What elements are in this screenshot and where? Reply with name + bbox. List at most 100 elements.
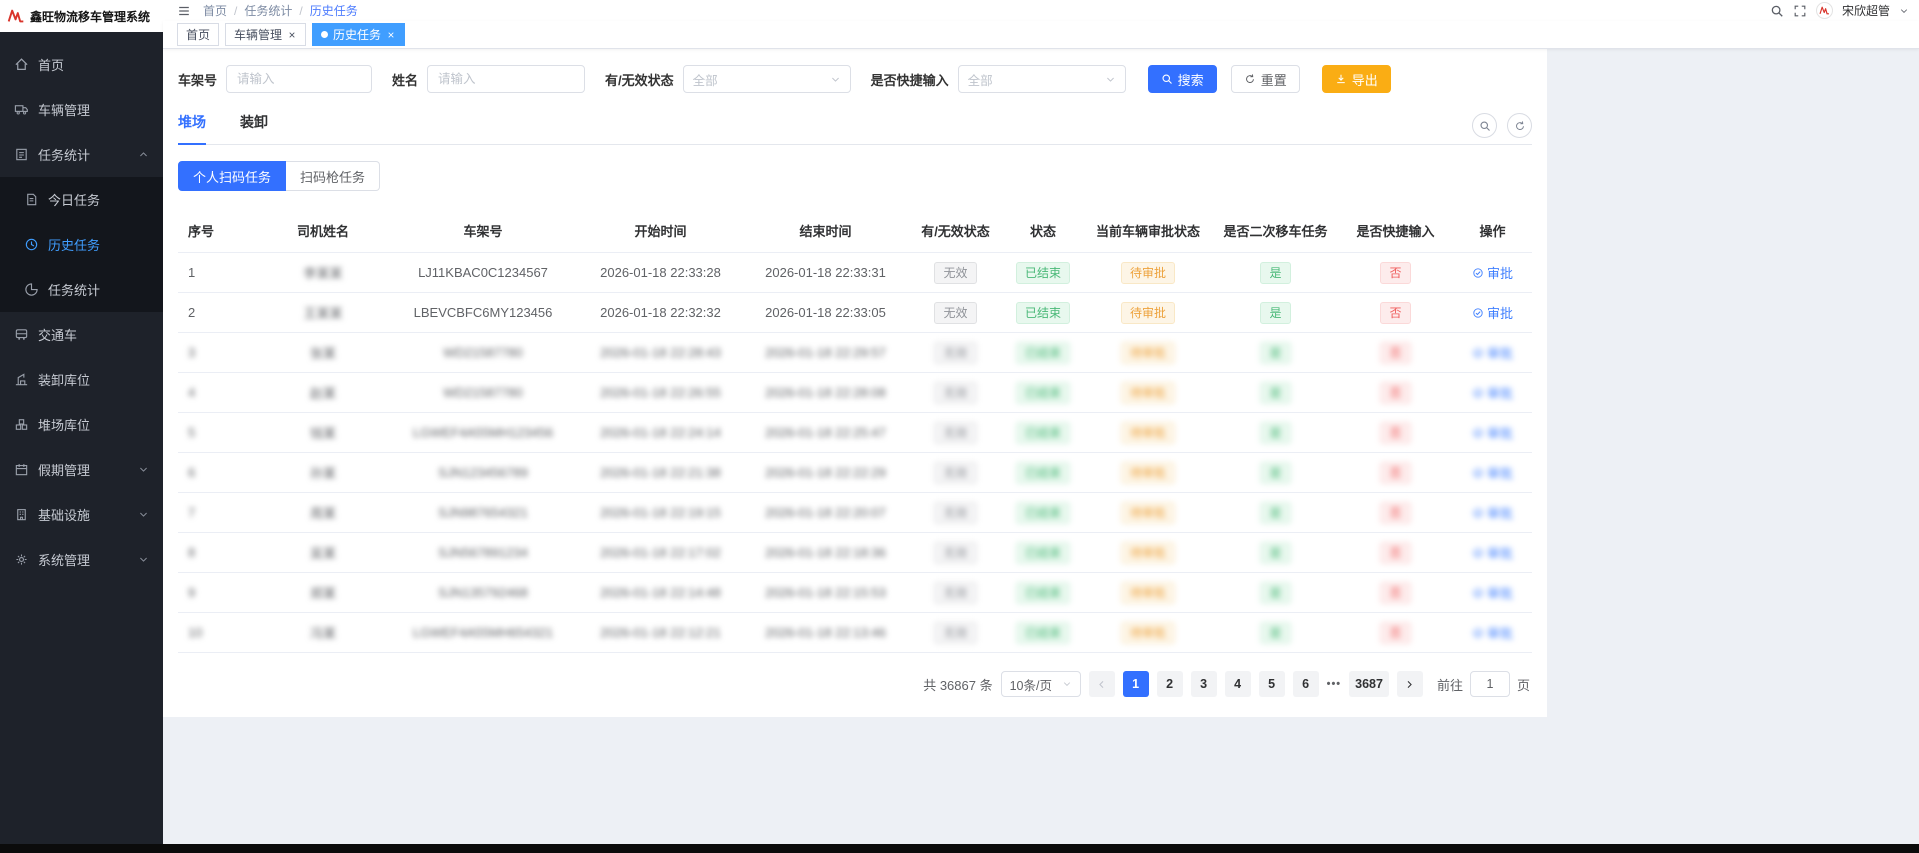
cell-seq: 2 bbox=[188, 305, 196, 320]
cell-seq: 6 bbox=[188, 465, 196, 480]
sidebar-item-vehicle-management[interactable]: 车辆管理 bbox=[0, 87, 163, 132]
bottom-taskbar-strip bbox=[0, 844, 1919, 853]
approve-icon bbox=[1472, 587, 1484, 599]
sidebar-item-task-stats[interactable]: 任务统计 bbox=[0, 267, 163, 312]
table-refresh-button[interactable] bbox=[1507, 113, 1532, 138]
cell-seq: 8 bbox=[188, 545, 196, 560]
column-header: 操作 bbox=[1453, 209, 1532, 253]
approve-link[interactable]: 审批 bbox=[1472, 383, 1513, 402]
table-row: 8 吴某 SJN567891234 2026-01-18 22:17:02 2026-0… bbox=[178, 532, 1532, 573]
valid-status-select[interactable]: 全部 bbox=[682, 65, 851, 93]
second-move-badge: 是 bbox=[1260, 261, 1291, 284]
breadcrumb-separator: / bbox=[234, 3, 238, 18]
approve-link[interactable]: 审批 bbox=[1472, 543, 1513, 562]
sidebar-item-loading-bays[interactable]: 装卸库位 bbox=[0, 357, 163, 402]
close-icon[interactable] bbox=[287, 30, 297, 40]
sidebar-item-home[interactable]: 首页 bbox=[0, 42, 163, 87]
goto-page-input[interactable] bbox=[1469, 671, 1510, 697]
approve-link[interactable]: 审批 bbox=[1472, 423, 1513, 442]
export-button[interactable]: 导出 bbox=[1321, 65, 1391, 93]
history-icon bbox=[24, 237, 39, 252]
app-logo[interactable]: 鑫旺物流移车管理系统 bbox=[0, 0, 163, 32]
approve-link[interactable]: 审批 bbox=[1472, 583, 1513, 602]
vin-input[interactable] bbox=[226, 65, 373, 93]
close-icon[interactable] bbox=[386, 30, 396, 40]
sidebar-item-yard-bays[interactable]: 堆场库位 bbox=[0, 402, 163, 447]
tag-home[interactable]: 首页 bbox=[177, 23, 220, 46]
tag-label: 历史任务 bbox=[333, 28, 382, 42]
breadcrumb-separator: / bbox=[299, 3, 303, 18]
next-page-button[interactable] bbox=[1396, 671, 1423, 697]
name-input[interactable] bbox=[427, 65, 586, 93]
cell-seq: 10 bbox=[188, 625, 203, 640]
valid-status-badge: 无效 bbox=[934, 381, 977, 404]
tag-vehicle-management[interactable]: 车辆管理 bbox=[225, 23, 307, 46]
calendar-icon bbox=[14, 462, 29, 477]
page-button-1[interactable]: 1 bbox=[1122, 671, 1149, 697]
approve-link[interactable]: 审批 bbox=[1472, 263, 1513, 282]
approve-link[interactable]: 审批 bbox=[1472, 503, 1513, 522]
prev-page-button[interactable] bbox=[1088, 671, 1115, 697]
breadcrumb-item[interactable]: 任务统计 bbox=[244, 2, 292, 19]
approve-link[interactable]: 审批 bbox=[1472, 303, 1513, 322]
sidebar-item-task-statistics[interactable]: 任务统计 bbox=[0, 132, 163, 177]
navbar-actions: 宋欣超管 bbox=[1770, 2, 1909, 19]
header-search-icon[interactable] bbox=[1770, 4, 1784, 18]
sidebar-item-infrastructure[interactable]: 基础设施 bbox=[0, 492, 163, 537]
second-move-badge: 是 bbox=[1260, 501, 1291, 524]
table-search-button[interactable] bbox=[1472, 113, 1497, 138]
reset-button[interactable]: 重置 bbox=[1230, 65, 1300, 93]
sidebar-item-shuttle-bus[interactable]: 交通车 bbox=[0, 312, 163, 357]
vin-label: 车架号 bbox=[178, 72, 218, 88]
page-button-5[interactable]: 5 bbox=[1258, 671, 1285, 697]
quick-input-badge: 否 bbox=[1380, 501, 1411, 524]
page-button-3[interactable]: 3 bbox=[1190, 671, 1217, 697]
cell-end-time: 2026-01-18 22:22:29 bbox=[765, 465, 886, 480]
tab-yard[interactable]: 堆场 bbox=[178, 112, 206, 145]
cell-end-time: 2026-01-18 22:33:31 bbox=[765, 265, 886, 280]
page-more-button[interactable]: ••• bbox=[1327, 678, 1342, 690]
cell-end-time: 2026-01-18 22:13:46 bbox=[765, 625, 886, 640]
quick-input-badge: 否 bbox=[1380, 621, 1411, 644]
cell-vin: LGWEF4A55MH654321 bbox=[412, 625, 554, 640]
quick-input-badge: 否 bbox=[1380, 461, 1411, 484]
approve-link[interactable]: 审批 bbox=[1472, 343, 1513, 362]
page-size-select[interactable]: 10条/页 bbox=[1000, 671, 1081, 697]
valid-status-badge: 无效 bbox=[934, 541, 977, 564]
page-button-4[interactable]: 4 bbox=[1224, 671, 1251, 697]
cell-end-time: 2026-01-18 22:20:07 bbox=[765, 505, 886, 520]
page-button-6[interactable]: 6 bbox=[1292, 671, 1319, 697]
hamburger-icon[interactable] bbox=[177, 4, 191, 18]
search-button[interactable]: 搜索 bbox=[1147, 65, 1217, 93]
cell-start-time: 2026-01-18 22:33:28 bbox=[600, 265, 721, 280]
segment-scan-gun-tasks[interactable]: 扫码枪任务 bbox=[286, 161, 381, 191]
cell-seq: 1 bbox=[188, 265, 196, 280]
approve-link[interactable]: 审批 bbox=[1472, 623, 1513, 642]
tag-history-tasks[interactable]: 历史任务 bbox=[312, 23, 406, 46]
tab-loading[interactable]: 装卸 bbox=[240, 112, 268, 144]
table-row: 3 张某 WD21587780 2026-01-18 22:28:43 2026-01-… bbox=[178, 332, 1532, 373]
quick-input-select[interactable]: 全部 bbox=[957, 65, 1126, 93]
user-menu-caret-icon[interactable] bbox=[1899, 6, 1909, 16]
fullscreen-icon[interactable] bbox=[1793, 4, 1807, 18]
page-button-2[interactable]: 2 bbox=[1156, 671, 1183, 697]
status-badge: 已结束 bbox=[1015, 341, 1070, 364]
cell-driver-name: 周某 bbox=[309, 506, 336, 521]
search-icon bbox=[1161, 73, 1173, 85]
column-header: 是否快捷输入 bbox=[1338, 209, 1453, 253]
page-button-3687[interactable]: 3687 bbox=[1349, 671, 1389, 697]
approval-status-badge: 待审批 bbox=[1120, 421, 1175, 444]
segment-personal-scan-tasks[interactable]: 个人扫码任务 bbox=[178, 161, 287, 191]
username[interactable]: 宋欣超管 bbox=[1842, 2, 1890, 19]
breadcrumb-item[interactable]: 首页 bbox=[203, 2, 227, 19]
table-row: 4 赵某 WD21587780 2026-01-18 22:26:55 2026-01-… bbox=[178, 372, 1532, 413]
chevron-down-icon bbox=[830, 74, 841, 85]
sidebar-item-holiday-management[interactable]: 假期管理 bbox=[0, 447, 163, 492]
sidebar-item-today-tasks[interactable]: 今日任务 bbox=[0, 177, 163, 222]
approve-link[interactable]: 审批 bbox=[1472, 463, 1513, 482]
column-header: 当前车辆审批状态 bbox=[1083, 209, 1213, 253]
avatar[interactable] bbox=[1815, 2, 1833, 19]
sidebar-item-history-tasks[interactable]: 历史任务 bbox=[0, 222, 163, 267]
sidebar-item-system-management[interactable]: 系统管理 bbox=[0, 537, 163, 582]
sidebar-item-label: 堆场库位 bbox=[38, 418, 91, 433]
